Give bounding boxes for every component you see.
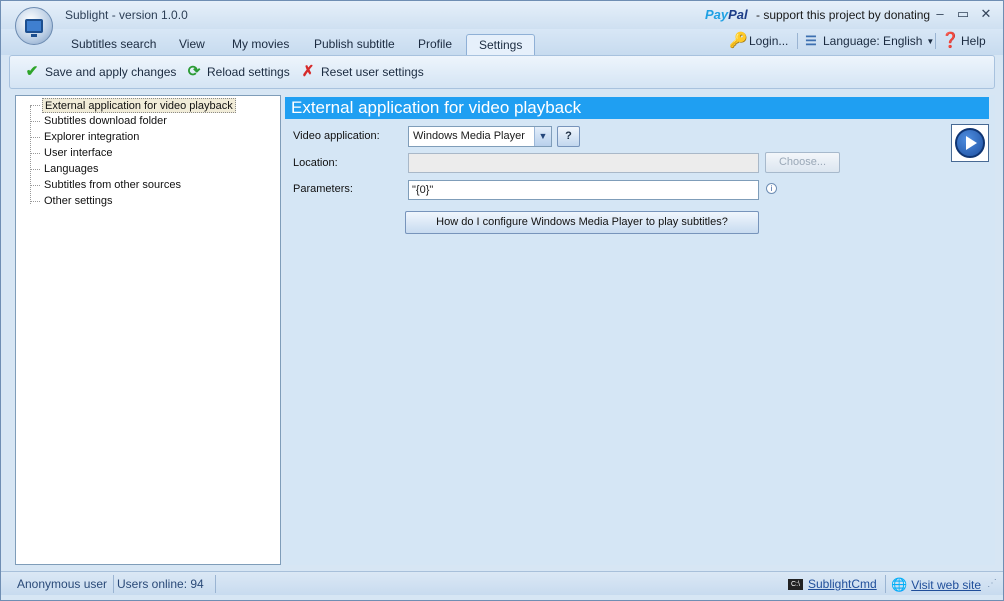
tree-branch bbox=[30, 201, 40, 202]
paypal-logo[interactable]: PayPal bbox=[705, 7, 748, 22]
close-button[interactable]: ✕ bbox=[976, 5, 996, 23]
settings-panel: External application for video playback … bbox=[285, 95, 995, 565]
video-app-help-button[interactable]: ? bbox=[557, 126, 580, 147]
save-apply-label: Save and apply changes bbox=[45, 65, 177, 79]
reset-x-icon: ✗ bbox=[301, 63, 315, 80]
reset-settings-button[interactable]: ✗ Reset user settings bbox=[300, 64, 424, 80]
visit-website-link[interactable]: 🌐 Visit web site bbox=[891, 577, 981, 593]
tab-settings[interactable]: Settings bbox=[466, 34, 536, 55]
divider bbox=[935, 33, 936, 49]
user-status: Anonymous user bbox=[17, 577, 108, 591]
settings-tree: External application for video playback … bbox=[15, 95, 281, 565]
login-label: Login... bbox=[749, 34, 789, 48]
video-application-value: Windows Media Player bbox=[413, 130, 525, 142]
divider bbox=[885, 575, 886, 593]
login-button[interactable]: 🔑 Login... bbox=[729, 33, 788, 49]
tree-branch bbox=[30, 169, 40, 170]
resize-grip-icon[interactable]: ⋰ bbox=[987, 578, 997, 589]
video-application-select[interactable]: Windows Media Player ▼ bbox=[408, 126, 552, 147]
panel-title: External application for video playback bbox=[285, 97, 989, 119]
help-label: Help bbox=[961, 34, 986, 48]
tree-item-user-interface[interactable]: User interface bbox=[42, 146, 114, 161]
tree-branch bbox=[30, 121, 40, 122]
tree-branch bbox=[30, 185, 40, 186]
location-label: Location: bbox=[293, 157, 338, 169]
parameters-label: Parameters: bbox=[293, 183, 353, 195]
divider bbox=[113, 575, 114, 593]
status-bar: Anonymous user Users online: 94 C:\ Subl… bbox=[1, 571, 1003, 595]
tab-subtitles-search[interactable]: Subtitles search bbox=[59, 34, 168, 55]
divider bbox=[215, 575, 216, 593]
title-bar: Sublight - version 1.0.0 PayPal - suppor… bbox=[1, 1, 1003, 29]
login-key-icon: 🔑 bbox=[729, 32, 748, 49]
tree-item-languages[interactable]: Languages bbox=[42, 162, 100, 177]
users-online: Users online: 94 bbox=[117, 577, 204, 591]
settings-ribbon: ✔ Save and apply changes ⟳ Reload settin… bbox=[9, 55, 995, 89]
tab-publish-subtitle[interactable]: Publish subtitle bbox=[302, 34, 407, 55]
globe-icon: 🌐 bbox=[891, 577, 908, 592]
play-button[interactable] bbox=[951, 124, 989, 162]
tree-branch bbox=[30, 137, 40, 138]
sublightcmd-link[interactable]: C:\ SublightCmd bbox=[788, 577, 877, 591]
donate-link[interactable]: - support this project by donating bbox=[756, 8, 930, 22]
tree-item-external-application[interactable]: External application for video playback bbox=[42, 98, 236, 113]
minimize-button[interactable]: – bbox=[930, 5, 950, 23]
info-icon[interactable]: i bbox=[766, 183, 777, 194]
tree-item-other-sources[interactable]: Subtitles from other sources bbox=[42, 178, 183, 193]
reload-settings-label: Reload settings bbox=[207, 65, 290, 79]
tab-my-movies[interactable]: My movies bbox=[220, 34, 301, 55]
help-icon: ❓ bbox=[941, 32, 960, 49]
tree-item-explorer-integration[interactable]: Explorer integration bbox=[42, 130, 141, 145]
tree-branch bbox=[30, 153, 40, 154]
reload-settings-button[interactable]: ⟳ Reload settings bbox=[186, 64, 290, 80]
configure-help-button[interactable]: How do I configure Windows Media Player … bbox=[405, 211, 759, 234]
parameters-field[interactable]: "{0}" bbox=[408, 180, 759, 200]
monitor-icon bbox=[25, 19, 43, 37]
sublightcmd-label: SublightCmd bbox=[808, 577, 877, 591]
tab-view[interactable]: View bbox=[167, 34, 217, 55]
tab-profile[interactable]: Profile bbox=[406, 34, 464, 55]
chevron-down-icon: ▼ bbox=[926, 36, 935, 46]
divider bbox=[797, 33, 798, 49]
language-dropdown[interactable]: ☰ Language: English ▼ bbox=[803, 33, 934, 49]
visit-website-label: Visit web site bbox=[911, 578, 981, 592]
window-title: Sublight - version 1.0.0 bbox=[65, 8, 188, 22]
language-icon: ☰ bbox=[805, 33, 817, 48]
choose-button[interactable]: Choose... bbox=[765, 152, 840, 173]
tree-branch bbox=[30, 105, 40, 106]
app-menu-orb[interactable] bbox=[15, 7, 53, 45]
tree-item-download-folder[interactable]: Subtitles download folder bbox=[42, 114, 169, 129]
app-window: Sublight - version 1.0.0 PayPal - suppor… bbox=[0, 0, 1004, 601]
console-icon: C:\ bbox=[788, 578, 803, 590]
language-label: Language: English bbox=[823, 34, 923, 48]
video-application-label: Video application: bbox=[293, 130, 380, 142]
reload-icon: ⟳ bbox=[187, 63, 201, 80]
play-icon bbox=[955, 128, 985, 158]
reset-settings-label: Reset user settings bbox=[321, 65, 424, 79]
location-field[interactable] bbox=[408, 153, 759, 173]
tree-item-other-settings[interactable]: Other settings bbox=[42, 194, 114, 209]
help-button[interactable]: ❓ Help bbox=[941, 33, 986, 49]
maximize-button[interactable]: ▭ bbox=[953, 5, 973, 23]
checkmark-icon: ✔ bbox=[25, 63, 39, 80]
chevron-down-icon[interactable]: ▼ bbox=[534, 127, 551, 146]
save-apply-button[interactable]: ✔ Save and apply changes bbox=[24, 63, 177, 80]
